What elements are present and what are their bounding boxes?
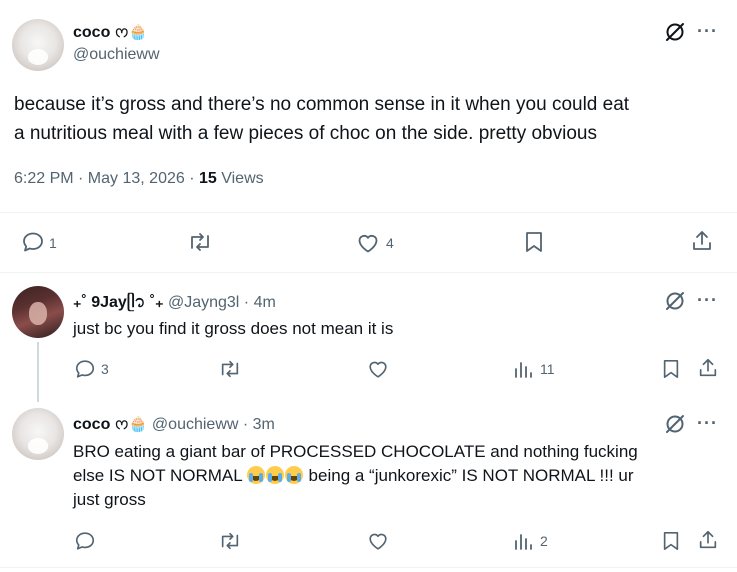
reply-text: just bc you find it gross does not mean … [73,319,394,338]
reply-text: BRO eating a giant bar of PROCESSED CHOC… [73,440,638,512]
more-icon[interactable]: ··· [697,414,718,432]
handle[interactable]: @ouchieww [152,416,239,433]
grok-icon[interactable] [664,21,686,43]
divider [0,567,737,568]
share-icon[interactable] [690,229,714,253]
post-timestamp[interactable]: 6:22 PM · May 13, 2026 · [14,170,199,187]
reply-icon[interactable] [21,230,45,254]
post-timestamp[interactable]: · 4m [239,294,276,311]
name-emoji: ᰔ🧁 [114,24,148,41]
repost-icon[interactable] [218,530,242,552]
reply-count: 1 [49,235,57,251]
reply-icon[interactable] [74,530,96,552]
share-icon[interactable] [697,357,719,379]
more-icon[interactable]: ··· [697,22,718,40]
views-icon[interactable] [513,531,535,551]
repost-icon[interactable] [187,230,213,254]
handle[interactable]: @ouchieww [73,46,160,64]
author-row: ₊˚ 9Jayᥫ᭡ ˚₊ @Jayng3l · 4m [73,290,276,319]
display-name[interactable]: coco [73,24,110,41]
divider [0,272,737,273]
more-icon[interactable]: ··· [697,291,718,309]
divider [0,212,737,213]
like-icon[interactable] [366,530,390,552]
post-timestamp[interactable]: · 3m [238,416,275,433]
like-icon[interactable] [366,358,390,380]
like-count: 4 [386,235,394,251]
avatar[interactable] [12,286,64,338]
post-text-line: because it’s gross and there’s no common… [14,94,630,115]
reply-icon[interactable] [74,358,96,380]
views-count: 15 [198,170,217,187]
loudly-crying-face-icon [246,466,265,484]
post-meta: 6:22 PM · May 13, 2026 · 15 Views [14,170,264,188]
bookmark-icon[interactable] [661,358,681,380]
reply-text-segment: being a “junkorexic” IS NOT NORMAL !!! u… [303,466,634,485]
display-name[interactable]: ₊˚ 9Jayᥫ᭡ ˚₊ [73,294,164,311]
grok-icon[interactable] [664,290,686,312]
loudly-crying-face-icon [284,466,303,484]
loudly-crying-face-icon [265,466,284,484]
grok-icon[interactable] [664,413,686,435]
reply-count: 3 [101,361,109,377]
like-icon[interactable] [355,231,381,255]
views-count: 2 [540,533,548,549]
reply-text-line: just gross [73,490,146,509]
views-icon[interactable] [513,359,535,379]
reply-text-segment: else IS NOT NORMAL [73,466,247,485]
post-text-line: a nutritious meal with a few pieces of c… [14,123,597,144]
name-emoji: ᰔ🧁 [114,416,148,433]
views-count: 11 [540,361,555,377]
handle[interactable]: @Jayng3l [168,294,239,311]
bookmark-icon[interactable] [661,530,681,552]
post-text: because it’s gross and there’s no common… [14,90,629,148]
share-icon[interactable] [697,529,719,551]
reply-text-line: else IS NOT NORMAL being a “junkorexic” … [73,464,638,488]
author-row: coco ᰔ🧁 @ouchieww · 3m [73,413,275,436]
repost-icon[interactable] [218,358,242,380]
avatar[interactable] [12,408,64,460]
avatar[interactable] [12,19,64,71]
author-name-row: coco ᰔ🧁 [73,21,147,43]
views-label: Views [216,170,264,187]
reply-text-line: BRO eating a giant bar of PROCESSED CHOC… [73,442,638,461]
bookmark-icon[interactable] [523,230,545,254]
thread-line [37,342,39,402]
display-name[interactable]: coco [73,416,110,433]
